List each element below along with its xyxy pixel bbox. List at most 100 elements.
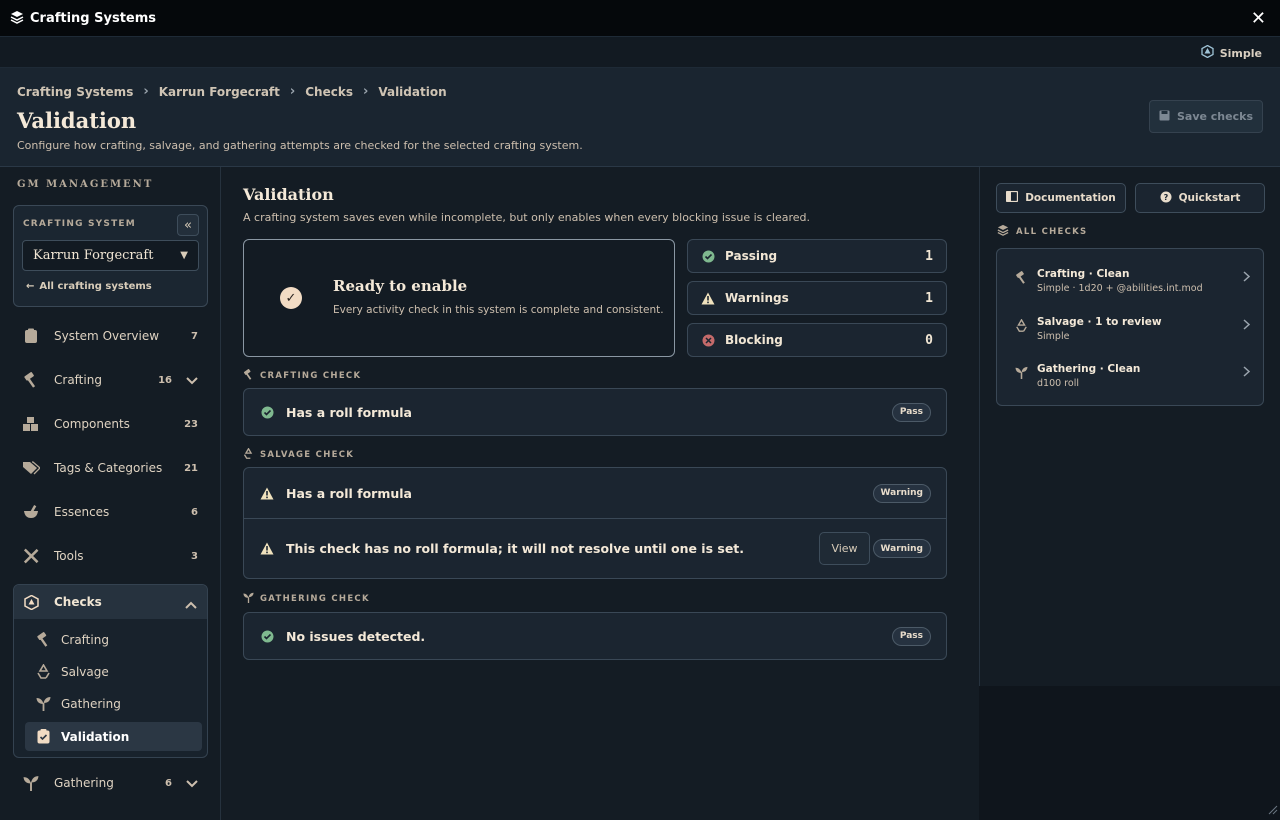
sidebar-item-label: Tools (54, 549, 84, 563)
boxes-icon (22, 415, 40, 433)
view-button[interactable]: View (819, 532, 870, 565)
d20-icon (22, 594, 40, 610)
close-icon[interactable]: ✕ (1251, 8, 1266, 29)
sidebar-subitem-label: Validation (61, 729, 130, 744)
sidebar-subitem-crafting[interactable]: Crafting (25, 625, 202, 654)
breadcrumb: Crafting Systems › Karrun Forgecraft › C… (17, 84, 447, 99)
mortar-icon (22, 503, 40, 521)
mode-toggle[interactable]: Simple (1201, 44, 1262, 61)
count-badge: 7 (191, 330, 198, 342)
count-badge: 23 (184, 418, 198, 430)
caret-down-icon: ▼ (180, 250, 188, 261)
check-row: No issues detected. Pass (244, 613, 946, 659)
collapse-sidebar-button[interactable]: « (177, 214, 199, 236)
all-checks-label: ALL CHECKS (997, 224, 1087, 239)
save-checks-button[interactable]: Save checks (1149, 100, 1263, 133)
section-description: A crafting system saves even while incom… (243, 211, 811, 224)
check-circle-icon (260, 406, 274, 419)
hammer-icon (1015, 271, 1028, 287)
sidebar-item-tags[interactable]: Tags & Categories 21 (13, 449, 208, 487)
mode-label: Simple (1219, 46, 1262, 60)
breadcrumb-item[interactable]: Checks (305, 85, 353, 99)
crafting-check-card: Has a roll formula Pass (243, 388, 947, 436)
quickstart-label: Quickstart (1178, 192, 1241, 204)
check-circle-icon: ✓ (280, 287, 302, 309)
d20-icon (1201, 44, 1214, 61)
stat-passing: Passing 1 (687, 239, 947, 273)
all-checks-item-sub: d100 roll (1037, 378, 1079, 389)
chevron-right-icon: › (143, 84, 149, 99)
sidebar-item-crafting[interactable]: Crafting 16 (13, 361, 208, 399)
sidebar-item-components[interactable]: Components 23 (13, 405, 208, 443)
check-row: This check has no roll formula; it will … (244, 518, 946, 578)
sidebar-item-gathering[interactable]: Gathering 6 (13, 764, 208, 802)
stat-value: 1 (925, 290, 933, 306)
checks-nav-group: Checks Crafting Salvage Gathering Valida… (13, 584, 208, 758)
ready-title: Ready to enable (333, 277, 468, 295)
app-title: Crafting Systems (30, 10, 157, 26)
count-badge: 3 (191, 550, 198, 562)
tools-icon (22, 547, 40, 565)
sidebar-subitem-salvage[interactable]: Salvage (25, 657, 202, 686)
chevron-down-icon[interactable] (186, 777, 198, 791)
sidebar-item-system-overview[interactable]: System Overview 7 (13, 317, 208, 355)
all-checks-list: Crafting · Clean Simple · 1d20 + @abilit… (996, 248, 1264, 406)
all-systems-link[interactable]: ← All crafting systems (26, 281, 152, 292)
layers-icon (10, 10, 24, 27)
sidebar-subitem-gathering[interactable]: Gathering (25, 689, 202, 718)
gathering-check-label: GATHERING CHECK (243, 592, 370, 606)
title-bar: Crafting Systems ✕ (0, 0, 1280, 37)
sidebar-item-label: Gathering (54, 776, 114, 790)
sidebar-item-tools[interactable]: Tools 3 (13, 537, 208, 575)
sidebar-section-label: GM MANAGEMENT (17, 179, 154, 190)
crafting-system-label: CRAFTING SYSTEM (23, 219, 136, 229)
chevron-up-icon[interactable] (185, 598, 197, 612)
stat-label: Warnings (725, 291, 789, 305)
sidebar-subitem-label: Crafting (61, 632, 109, 647)
count-badge: 6 (165, 777, 172, 789)
sidebar-subitem-validation[interactable]: Validation (25, 722, 202, 751)
crafting-check-label: CRAFTING CHECK (243, 369, 361, 383)
documentation-label: Documentation (1025, 192, 1116, 204)
quickstart-button[interactable]: ? Quickstart (1135, 183, 1265, 213)
check-circle-icon (701, 250, 715, 263)
documentation-button[interactable]: Documentation (996, 183, 1126, 213)
all-checks-item-gathering[interactable]: Gathering · Clean d100 roll (997, 352, 1263, 398)
main-content: Validation A crafting system saves even … (221, 167, 979, 820)
recycle-icon (243, 447, 254, 462)
hammer-icon (35, 632, 51, 647)
all-checks-item-salvage[interactable]: Salvage · 1 to review Simple (997, 305, 1263, 351)
sidebar-item-essences[interactable]: Essences 6 (13, 493, 208, 531)
layers-icon (997, 224, 1009, 239)
save-checks-label: Save checks (1176, 110, 1253, 123)
status-badge: Warning (872, 483, 931, 503)
ready-subtitle: Every activity check in this system is c… (333, 304, 664, 316)
breadcrumb-item[interactable]: Crafting Systems (17, 85, 133, 99)
chevron-right-icon (1243, 271, 1251, 285)
sprout-icon (22, 774, 40, 792)
crafting-system-select[interactable]: Karrun Forgecraft ▼ (22, 240, 199, 271)
check-row-text: This check has no roll formula; it will … (286, 541, 745, 556)
chevron-right-icon (1243, 319, 1251, 333)
crafting-system-panel: CRAFTING SYSTEM « Karrun Forgecraft ▼ ← … (13, 205, 208, 307)
salvage-check-card: Has a roll formula Warning This check ha… (243, 467, 947, 579)
resize-grip-icon[interactable] (1268, 804, 1278, 818)
chevron-right-icon: › (289, 84, 296, 99)
sidebar-item-checks[interactable]: Checks (14, 585, 207, 619)
chevron-down-icon[interactable] (186, 374, 198, 388)
section-title: Validation (243, 185, 334, 204)
sidebar: GM MANAGEMENT CRAFTING SYSTEM « Karrun F… (0, 167, 221, 820)
x-circle-icon (701, 334, 715, 347)
status-badge: Pass (891, 626, 931, 646)
breadcrumb-item[interactable]: Karrun Forgecraft (159, 85, 280, 99)
right-panel-empty-area (979, 686, 1280, 820)
all-checks-item-crafting[interactable]: Crafting · Clean Simple · 1d20 + @abilit… (997, 257, 1263, 303)
warning-icon (260, 542, 274, 555)
section-label-text: SALVAGE CHECK (260, 450, 355, 460)
all-checks-label-text: ALL CHECKS (1016, 226, 1088, 237)
warning-icon (260, 487, 274, 500)
page-title: Validation (17, 108, 137, 133)
status-badge: Warning (872, 539, 931, 558)
all-checks-item-title: Gathering · Clean (1037, 363, 1141, 375)
save-icon (1159, 110, 1170, 124)
